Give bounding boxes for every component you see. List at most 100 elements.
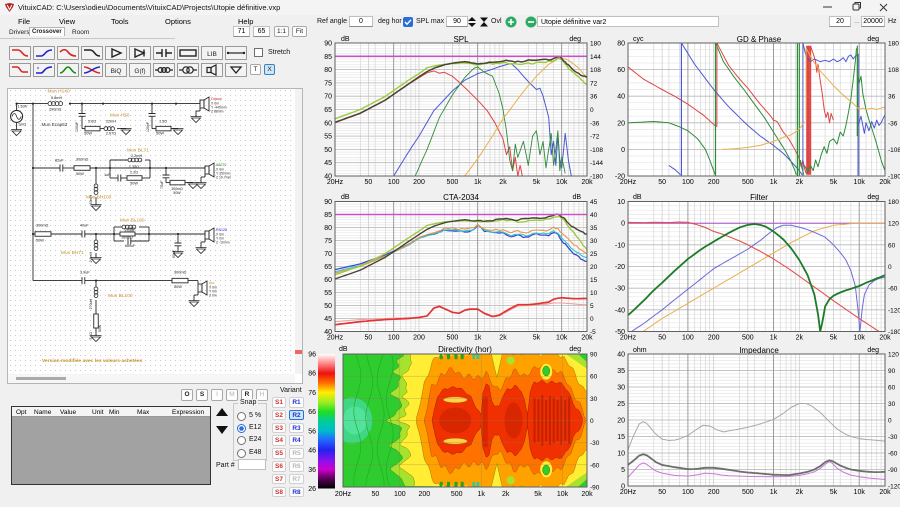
svg-text:5k: 5k xyxy=(830,335,838,342)
svg-text:Version modifiée avec les vale: Version modifiée avec les valeurs acheté… xyxy=(42,358,143,364)
svg-text:5.6Ω: 5.6Ω xyxy=(88,120,96,124)
svg-text:200: 200 xyxy=(413,179,425,186)
svg-text:50: 50 xyxy=(365,335,373,342)
svg-text:100: 100 xyxy=(388,335,400,342)
svg-text:Aur: Aur xyxy=(209,281,215,285)
svg-text:deg: deg xyxy=(569,346,581,353)
svg-text:30: 30 xyxy=(888,401,896,408)
svg-text:108: 108 xyxy=(888,67,899,74)
svg-text:50W: 50W xyxy=(174,285,182,289)
svg-text:680uF: 680uF xyxy=(125,244,135,248)
svg-text:300mΩ: 300mΩ xyxy=(36,224,48,228)
svg-text:0: 0 xyxy=(621,221,625,228)
svg-text:Z -10mm: Z -10mm xyxy=(216,241,230,245)
svg-text:15: 15 xyxy=(617,434,625,441)
svg-text:20k: 20k xyxy=(879,335,891,342)
svg-text:CTA-2034: CTA-2034 xyxy=(443,193,479,202)
svg-text:90: 90 xyxy=(590,352,598,359)
svg-text:290mΩ: 290mΩ xyxy=(49,108,61,112)
svg-text:cyc: cyc xyxy=(633,36,644,43)
svg-text:65: 65 xyxy=(324,107,332,114)
svg-text:70: 70 xyxy=(324,94,332,101)
svg-text:60: 60 xyxy=(888,242,896,249)
svg-text:55: 55 xyxy=(324,290,332,297)
svg-text:300mΩ: 300mΩ xyxy=(174,271,186,275)
svg-text:10k: 10k xyxy=(556,335,568,342)
svg-text:Mun BH71: Mun BH71 xyxy=(61,250,84,256)
svg-text:10k: 10k xyxy=(854,179,866,186)
svg-text:35: 35 xyxy=(590,225,598,232)
svg-text:60: 60 xyxy=(324,120,332,127)
svg-text:50: 50 xyxy=(658,489,666,496)
svg-text:82uF: 82uF xyxy=(55,159,64,163)
svg-text:Mun BL71: Mun BL71 xyxy=(127,148,149,154)
svg-text:36: 36 xyxy=(308,467,316,474)
svg-text:-40: -40 xyxy=(615,307,625,314)
svg-text:500: 500 xyxy=(742,489,754,496)
svg-text:A6270: A6270 xyxy=(216,163,226,167)
svg-text:2k: 2k xyxy=(796,335,804,342)
svg-text:20k: 20k xyxy=(581,335,593,342)
svg-text:-30: -30 xyxy=(888,434,898,441)
svg-text:200: 200 xyxy=(413,335,425,342)
svg-text:-60: -60 xyxy=(888,451,898,458)
svg-text:50W: 50W xyxy=(36,239,44,243)
svg-text:50: 50 xyxy=(658,179,666,186)
svg-text:5: 5 xyxy=(621,467,625,474)
svg-text:40uF: 40uF xyxy=(80,224,89,228)
svg-text:Mun Ecap63: Mun Ecap63 xyxy=(42,122,68,127)
svg-text:2.2mH: 2.2mH xyxy=(131,154,142,158)
svg-text:20Hz: 20Hz xyxy=(620,489,637,496)
svg-text:20k: 20k xyxy=(879,179,891,186)
svg-text:500: 500 xyxy=(451,491,463,498)
svg-text:ohm: ohm xyxy=(633,347,647,354)
svg-text:120uF: 120uF xyxy=(75,122,79,132)
svg-text:144: 144 xyxy=(590,54,601,61)
svg-text:50W: 50W xyxy=(130,182,138,186)
svg-text:0: 0 xyxy=(888,418,892,425)
svg-text:-60: -60 xyxy=(888,286,898,293)
svg-text:Odaun: Odaun xyxy=(211,97,222,101)
svg-text:100: 100 xyxy=(682,335,694,342)
svg-text:1k: 1k xyxy=(477,491,485,498)
svg-text:85: 85 xyxy=(324,54,332,61)
svg-text:200: 200 xyxy=(708,179,720,186)
svg-text:25: 25 xyxy=(590,251,598,258)
svg-text:80: 80 xyxy=(324,225,332,232)
svg-text:45: 45 xyxy=(324,316,332,323)
svg-text:1mΩ: 1mΩ xyxy=(18,123,26,127)
svg-text:-108: -108 xyxy=(888,147,900,154)
svg-text:Z 19.7mm: Z 19.7mm xyxy=(216,176,231,180)
svg-text:dB: dB xyxy=(339,346,348,353)
svg-text:10: 10 xyxy=(617,451,625,458)
svg-text:500: 500 xyxy=(742,179,754,186)
svg-text:-36: -36 xyxy=(590,120,600,127)
svg-text:50: 50 xyxy=(324,303,332,310)
svg-text:45: 45 xyxy=(324,160,332,167)
svg-text:1k: 1k xyxy=(770,489,778,496)
svg-text:180: 180 xyxy=(590,41,601,48)
svg-text:30: 30 xyxy=(590,238,598,245)
svg-text:200: 200 xyxy=(418,491,430,498)
svg-text:76: 76 xyxy=(308,390,316,397)
svg-text:-10: -10 xyxy=(615,242,625,249)
svg-text:-90: -90 xyxy=(888,467,898,474)
svg-text:46: 46 xyxy=(308,448,316,455)
svg-text:2.8mH: 2.8mH xyxy=(89,252,93,263)
svg-text:20: 20 xyxy=(617,418,625,425)
svg-text:70: 70 xyxy=(324,251,332,258)
svg-text:-60: -60 xyxy=(590,462,600,469)
svg-text:Mun BH100: Mun BH100 xyxy=(86,195,112,201)
svg-text:70uF: 70uF xyxy=(160,181,164,189)
svg-text:22mH: 22mH xyxy=(106,120,116,124)
svg-text:RS125: RS125 xyxy=(216,228,227,232)
svg-text:1k: 1k xyxy=(474,179,482,186)
svg-text:-30: -30 xyxy=(615,286,625,293)
svg-text:120: 120 xyxy=(888,221,899,228)
svg-text:10k: 10k xyxy=(854,335,866,342)
svg-text:2k: 2k xyxy=(502,491,510,498)
svg-text:75: 75 xyxy=(324,80,332,87)
svg-text:10k: 10k xyxy=(556,179,568,186)
svg-text:5: 5 xyxy=(590,303,594,310)
svg-text:0: 0 xyxy=(590,418,594,425)
